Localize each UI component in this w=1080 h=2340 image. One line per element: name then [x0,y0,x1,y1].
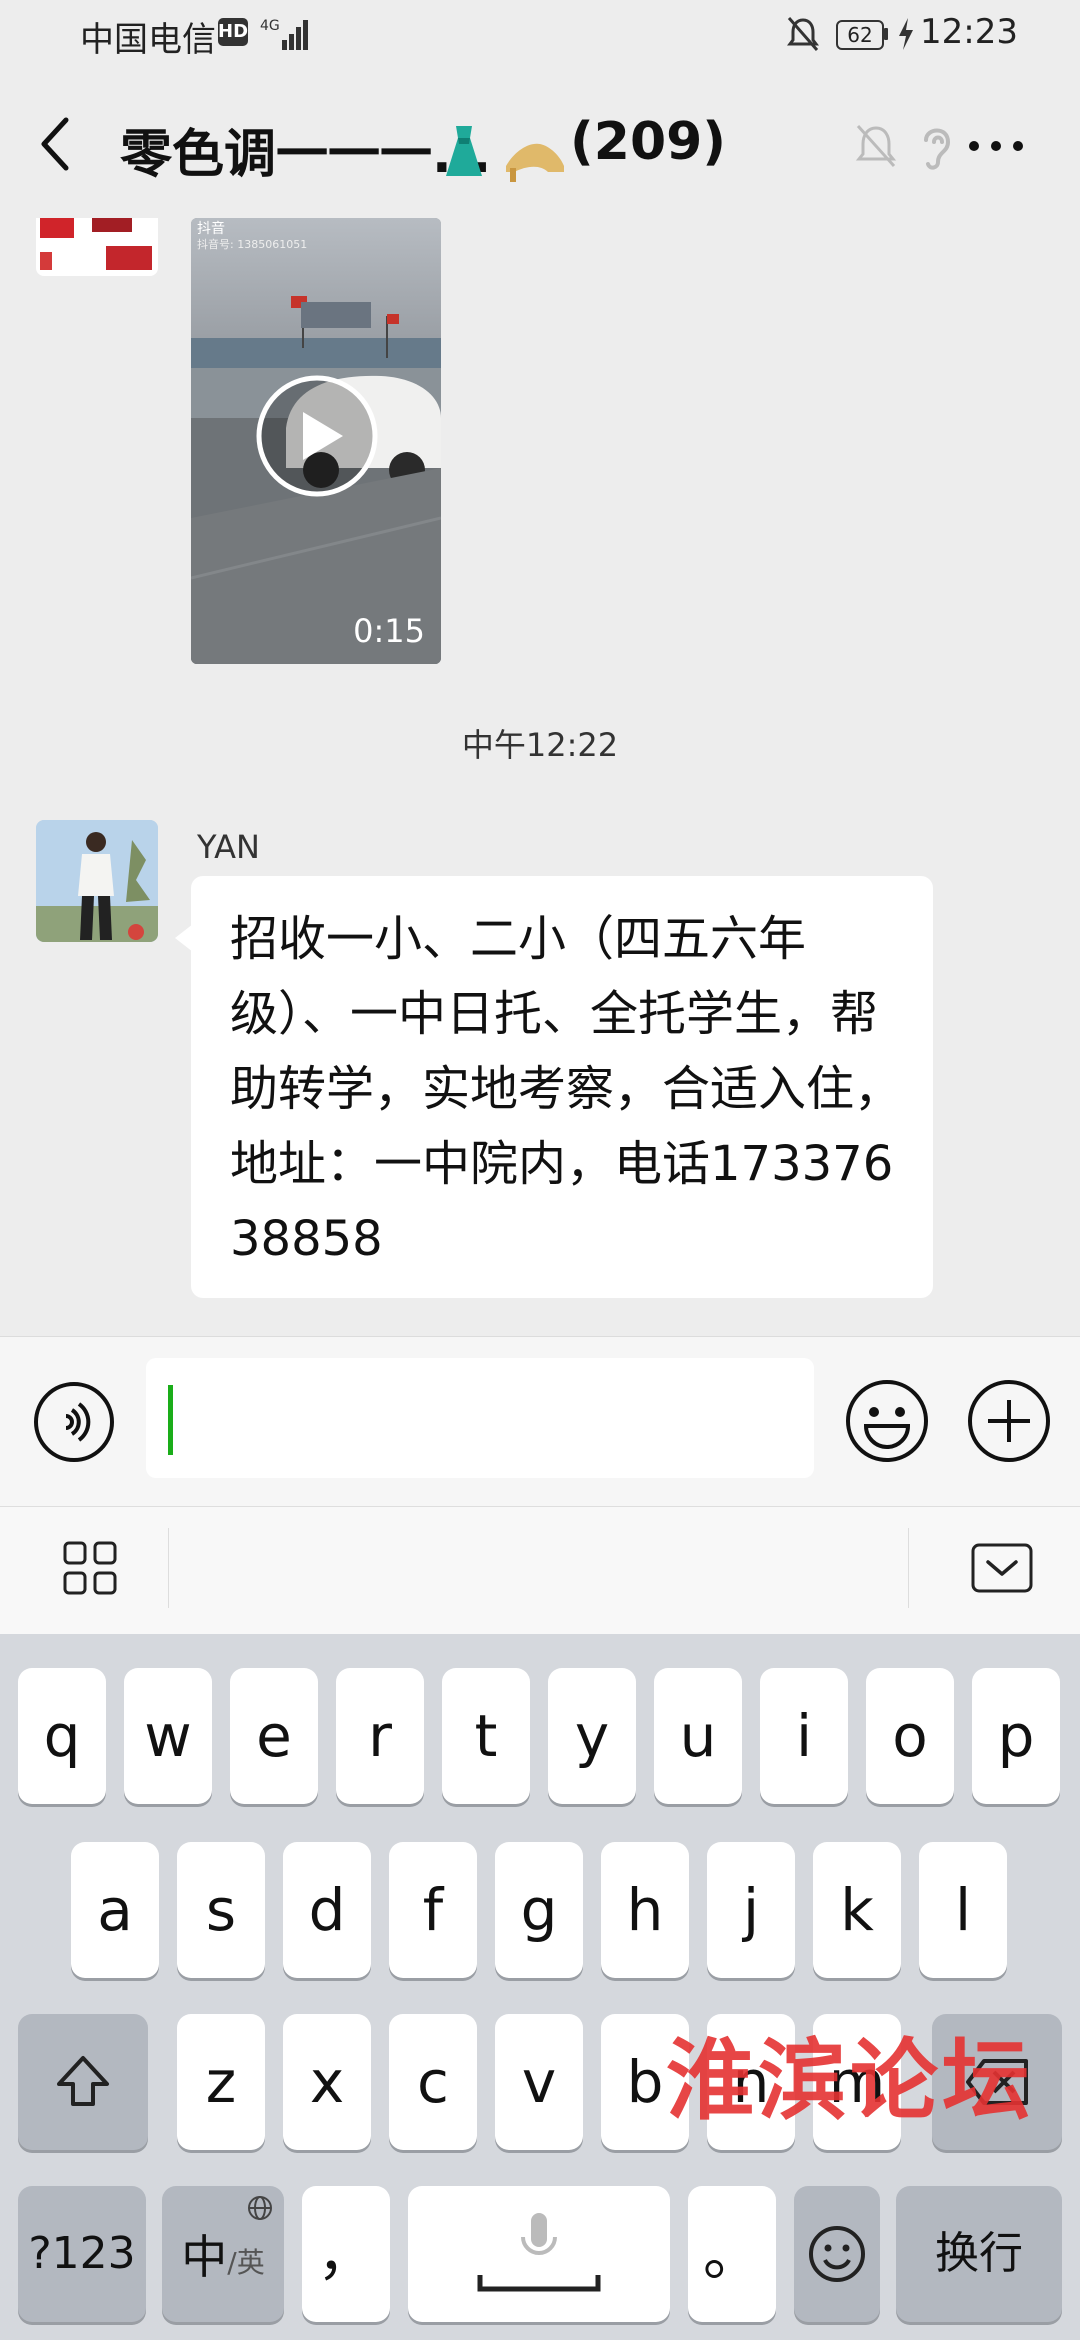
key-j[interactable]: j [707,1842,795,1978]
avatar[interactable] [36,820,158,942]
video-source-tag: 抖音 [197,221,225,237]
dress-emoji-icon [434,122,494,186]
play-icon[interactable] [255,374,379,502]
key-l[interactable]: l [919,1842,1007,1978]
smiley-icon [809,2226,865,2282]
shift-key[interactable] [18,2014,148,2150]
video-duration: 0:15 [353,612,425,650]
key-z[interactable]: z [177,2014,265,2150]
svg-text:4G: 4G [260,18,280,34]
key-s[interactable]: s [177,1842,265,1978]
mute-bell-icon [854,122,898,174]
key-q[interactable]: q [18,1668,106,1804]
sender-name: YAN [197,828,260,866]
battery-indicator: 62 [836,20,884,50]
key-u[interactable]: u [654,1668,742,1804]
message-input[interactable] [146,1358,814,1478]
watermark: 淮滨论坛 [666,2028,1035,2132]
text-cursor [168,1385,173,1455]
message-text: 招收一小、二小（四五六年级）、一中日托、全托学生，帮助转学，实地考察，合适入住，… [230,911,903,1267]
chat-header: 零色调一一一... (209) [0,70,1080,220]
key-x[interactable]: x [283,2014,371,2150]
key-r[interactable]: r [336,1668,424,1804]
period-key[interactable]: 。 [688,2186,776,2322]
key-c[interactable]: c [389,2014,477,2150]
microphone-icon [477,2213,601,2292]
plus-icon[interactable] [966,1378,1052,1468]
emoji-icon[interactable] [844,1378,930,1468]
battery-nub [884,28,888,40]
key-y[interactable]: y [548,1668,636,1804]
member-count: (209) [570,112,727,172]
key-w[interactable]: w [124,1668,212,1804]
more-options-icon[interactable] [966,138,1026,158]
back-arrow-icon[interactable] [36,114,76,178]
charging-icon [896,14,916,58]
grid-menu-icon[interactable] [62,1540,118,1600]
carrier-label: 中国电信 [80,20,216,60]
divider [168,1528,169,1608]
shift-icon [57,2056,109,2106]
enter-key[interactable]: 换行 [896,2186,1062,2322]
keyboard-toolbar [0,1506,1080,1635]
status-bar: 中国电信 HD 4G 62 12:23 [0,0,1080,70]
heel-shoe-emoji-icon [500,122,570,186]
earpiece-icon [918,120,954,176]
comma-key[interactable]: ， [302,2186,390,2322]
voice-input-icon[interactable] [32,1380,116,1468]
key-k[interactable]: k [813,1842,901,1978]
video-message[interactable]: 抖音 抖音号: 1385061051 0:15 [191,218,441,664]
key-h[interactable]: h [601,1842,689,1978]
avatar[interactable] [36,218,158,276]
key-o[interactable]: o [866,1668,954,1804]
key-v[interactable]: v [495,2014,583,2150]
numbers-key[interactable]: ?123 [18,2186,146,2322]
key-g[interactable]: g [495,1842,583,1978]
key-i[interactable]: i [760,1668,848,1804]
key-a[interactable]: a [71,1842,159,1978]
key-e[interactable]: e [230,1668,318,1804]
signal-icon: 4G [256,14,312,58]
clock: 12:23 [920,12,1018,52]
space-key[interactable] [408,2186,670,2322]
video-account-label: 抖音号: 1385061051 [197,238,308,251]
language-switch-key[interactable]: 中/英 [162,2186,284,2322]
key-p[interactable]: p [972,1668,1060,1804]
mute-bell-icon [786,14,820,58]
keyboard: q w e r t y u i o p a s d f g h j k l z … [0,1634,1080,2340]
key-f[interactable]: f [389,1842,477,1978]
emoji-key[interactable] [794,2186,880,2322]
message-timestamp: 中午12:22 [461,726,619,764]
hide-keyboard-icon[interactable] [970,1542,1034,1598]
divider [908,1528,909,1608]
hd-badge: HD [218,18,248,46]
key-d[interactable]: d [283,1842,371,1978]
globe-icon [248,2196,272,2220]
key-t[interactable]: t [442,1668,530,1804]
